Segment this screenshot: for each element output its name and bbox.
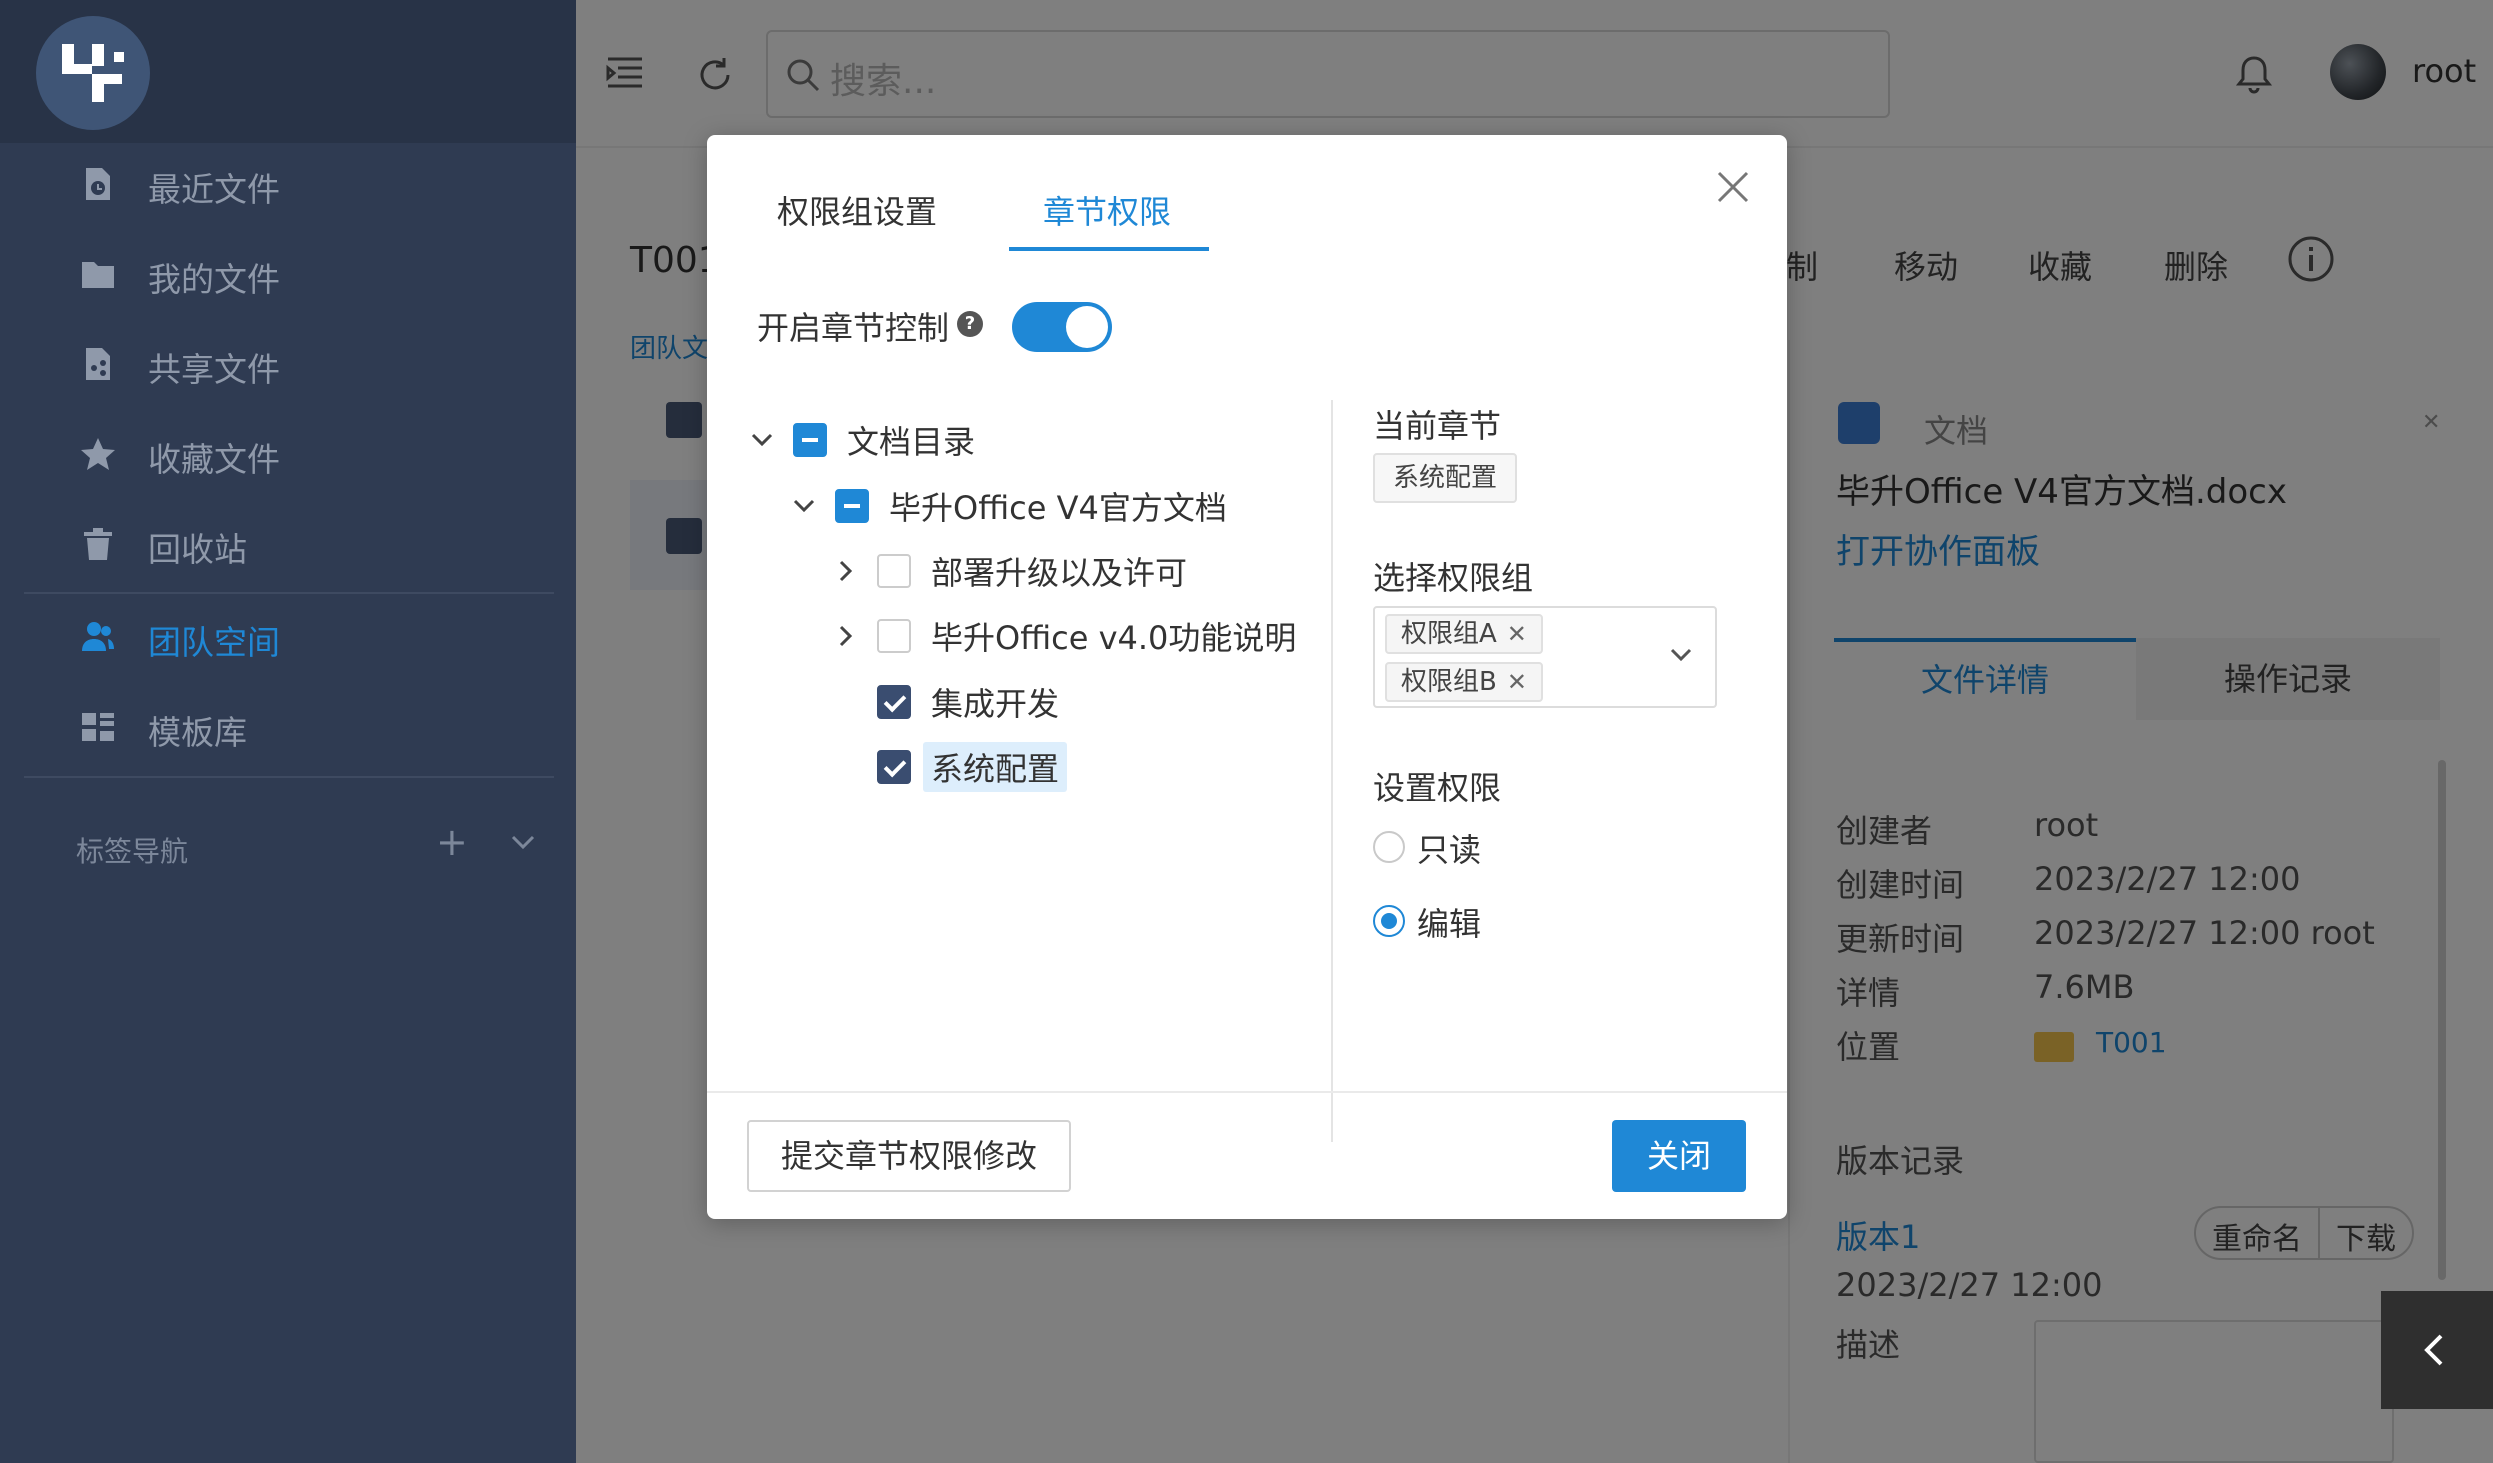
edit-radio[interactable] bbox=[1373, 905, 1405, 937]
tree-node-system-config[interactable]: 系统配置 bbox=[877, 742, 1068, 792]
logo-mark-icon bbox=[62, 44, 124, 102]
chevron-down-icon[interactable] bbox=[1669, 646, 1693, 664]
submit-chapter-permission-button[interactable]: 提交章节权限修改 bbox=[747, 1120, 1071, 1192]
collapse-panel-button[interactable] bbox=[2381, 1291, 2493, 1409]
close-button[interactable]: 关闭 bbox=[1612, 1120, 1746, 1192]
tag-nav-label: 标签导航 bbox=[76, 835, 189, 868]
select-group-label: 选择权限组 bbox=[1373, 559, 1534, 597]
tree-node-label: 系统配置 bbox=[923, 742, 1068, 792]
tree-node-features[interactable]: 毕升Office v4.0功能说明 bbox=[833, 611, 1296, 661]
remove-tag-icon[interactable]: ✕ bbox=[1507, 664, 1527, 700]
chevron-right-icon[interactable] bbox=[833, 623, 859, 649]
tree-checkbox[interactable] bbox=[877, 554, 911, 588]
dialog-footer-divider bbox=[707, 1091, 1787, 1093]
app-logo[interactable] bbox=[36, 16, 150, 130]
chapter-control-label: 开启章节控制 bbox=[757, 309, 950, 347]
trash-icon bbox=[84, 528, 112, 560]
sidebar-item-label: 收藏文件 bbox=[148, 440, 280, 479]
sidebar-divider bbox=[24, 592, 554, 594]
sidebar-item-label: 最近文件 bbox=[148, 170, 280, 209]
help-icon[interactable]: ? bbox=[957, 311, 983, 337]
sidebar-item-label: 我的文件 bbox=[148, 260, 280, 299]
tree-node-label: 集成开发 bbox=[931, 685, 1060, 723]
folder-icon bbox=[82, 262, 114, 288]
sidebar-item-label: 回收站 bbox=[148, 530, 247, 569]
sidebar-item-label: 团队空间 bbox=[148, 623, 280, 662]
tab-permission-group-settings[interactable]: 权限组设置 bbox=[777, 187, 937, 233]
tree-node-root[interactable]: 文档目录 bbox=[749, 415, 975, 465]
toggle-knob bbox=[1066, 306, 1108, 348]
set-permission-label: 设置权限 bbox=[1373, 769, 1502, 807]
tree-checkbox[interactable] bbox=[877, 685, 911, 719]
logo-area bbox=[0, 0, 576, 143]
tree-node-label: 毕升Office V4官方文档 bbox=[889, 489, 1227, 527]
star-icon bbox=[81, 438, 115, 470]
tree-node-label: 文档目录 bbox=[847, 423, 976, 461]
group-tag: 权限组A ✕ bbox=[1385, 614, 1543, 654]
chevron-right-icon[interactable] bbox=[833, 558, 859, 584]
tree-node-label: 部署升级以及许可 bbox=[931, 554, 1188, 592]
group-tag-label: 权限组A bbox=[1401, 619, 1497, 649]
chevron-down-icon[interactable] bbox=[510, 832, 536, 852]
chapter-permission-dialog: 权限组设置 章节权限 开启章节控制 ? 文档目录 毕升Office V4官方文档… bbox=[707, 135, 1787, 1219]
sidebar-item-trash[interactable]: 回收站 bbox=[0, 504, 576, 584]
sidebar-item-label: 模板库 bbox=[148, 713, 247, 752]
tree-node-doc[interactable]: 毕升Office V4官方文档 bbox=[791, 481, 1227, 531]
chapter-control-toggle[interactable] bbox=[1012, 302, 1112, 352]
tree-node-integration[interactable]: 集成开发 bbox=[877, 677, 1059, 727]
tree-checkbox[interactable] bbox=[877, 750, 911, 784]
chevron-down-icon[interactable] bbox=[791, 493, 817, 519]
add-tag-icon[interactable]: + bbox=[436, 820, 468, 864]
remove-tag-icon[interactable]: ✕ bbox=[1507, 616, 1527, 652]
tree-checkbox[interactable] bbox=[877, 619, 911, 653]
group-tag: 权限组B ✕ bbox=[1385, 662, 1543, 702]
tree-node-deploy[interactable]: 部署升级以及许可 bbox=[833, 546, 1187, 596]
sidebar-item-label: 共享文件 bbox=[148, 350, 280, 389]
share-file-icon bbox=[86, 348, 110, 380]
readonly-radio[interactable] bbox=[1373, 831, 1405, 863]
permission-group-select[interactable]: 权限组A ✕ 权限组B ✕ bbox=[1373, 606, 1717, 708]
edit-radio-label[interactable]: 编辑 bbox=[1417, 899, 1481, 945]
template-icon bbox=[82, 713, 114, 741]
panel-divider bbox=[1331, 400, 1333, 1142]
sidebar-item-team-space[interactable]: 团队空间 bbox=[0, 597, 576, 677]
tab-chapter-permission[interactable]: 章节权限 bbox=[1043, 187, 1171, 233]
sidebar: 最近文件 我的文件 共享文件 收藏文件 回收站 团队空间 模板库 标签导航 + bbox=[0, 0, 576, 1463]
tree-node-label: 毕升Office v4.0功能说明 bbox=[931, 619, 1297, 657]
readonly-radio-label[interactable]: 只读 bbox=[1417, 825, 1481, 871]
tree-checkbox[interactable] bbox=[793, 423, 827, 457]
active-tab-indicator bbox=[1009, 247, 1209, 251]
tree-checkbox[interactable] bbox=[835, 489, 869, 523]
current-chapter-tag: 系统配置 bbox=[1373, 453, 1518, 503]
sidebar-item-templates[interactable]: 模板库 bbox=[0, 687, 576, 767]
recent-file-icon bbox=[86, 168, 110, 200]
sidebar-divider bbox=[24, 776, 554, 778]
close-icon[interactable] bbox=[1715, 169, 1751, 205]
team-icon bbox=[82, 622, 114, 651]
sidebar-item-recent[interactable]: 最近文件 bbox=[0, 144, 576, 224]
sidebar-item-my-files[interactable]: 我的文件 bbox=[0, 234, 576, 314]
current-chapter-label: 当前章节 bbox=[1373, 407, 1502, 445]
group-tag-label: 权限组B bbox=[1401, 667, 1497, 697]
chevron-down-icon[interactable] bbox=[749, 427, 775, 453]
sidebar-item-favorites[interactable]: 收藏文件 bbox=[0, 414, 576, 494]
sidebar-item-shared[interactable]: 共享文件 bbox=[0, 324, 576, 404]
chevron-left-icon bbox=[2424, 1334, 2443, 1366]
